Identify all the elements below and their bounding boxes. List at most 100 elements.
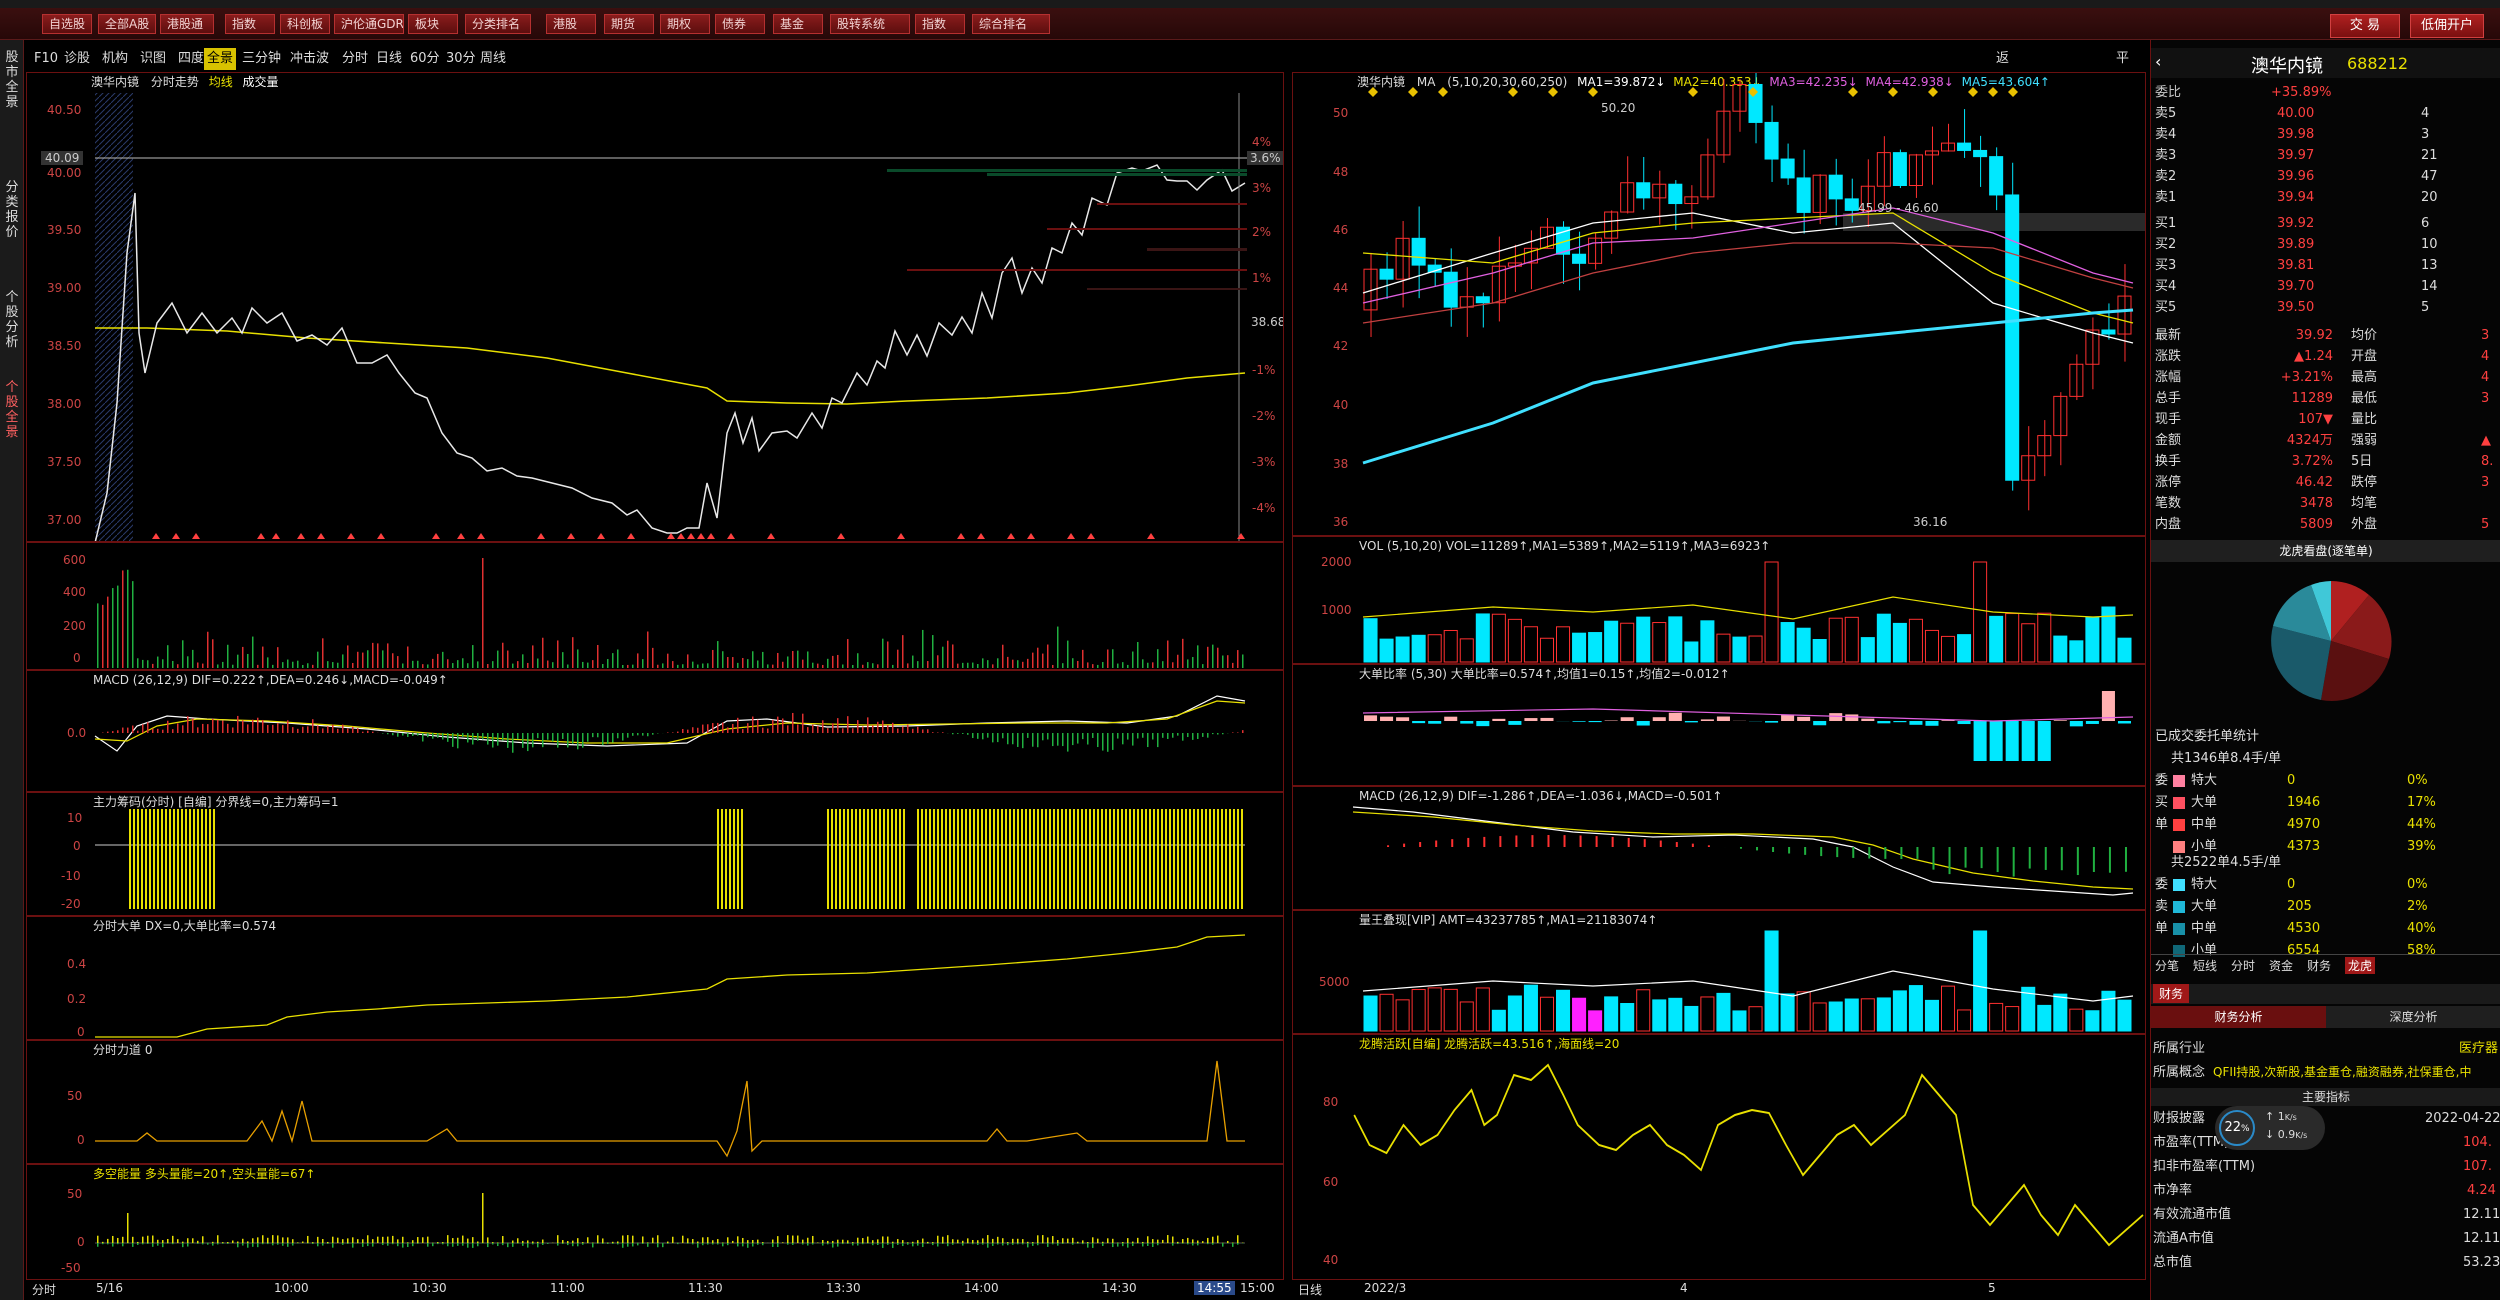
quote-tab[interactable]: 短线 [2193, 957, 2217, 974]
big-order-panel[interactable]: 分时大单 DX=0,大单比率=0.574 0.4 0.2 0 [26, 916, 1284, 1040]
menu-item-0[interactable]: 自选股 [42, 14, 92, 34]
tb-return-analysis[interactable]: 返回个股分析 [1996, 48, 2009, 176]
menu-item-15[interactable]: 综合排名 [972, 14, 1050, 34]
vol-tick-1: 400 [63, 585, 86, 599]
tb-diagnose[interactable]: 诊股 [64, 48, 90, 70]
quote-tab[interactable]: 财务 [2307, 957, 2331, 974]
energy-panel[interactable]: 多空能量 多头量能=20↑,空头量能=67↑ 50 0 -50 [26, 1164, 1284, 1280]
kline-volume-panel[interactable]: VOL (5,10,20) VOL=11289↑,MA1=5389↑,MA2=5… [1292, 536, 2146, 664]
kdate-0[interactable]: 日线 [1298, 1281, 1322, 1298]
vol-bar [717, 641, 719, 668]
tb-intraday[interactable]: 分时 [342, 48, 368, 70]
menu-item-9[interactable]: 期货 [604, 14, 654, 34]
side-label: 卖 [2155, 899, 2169, 914]
open-account-button[interactable]: 低佣开户 [2410, 14, 2484, 38]
vtab-stock-analysis[interactable]: 个股分析 [2, 290, 22, 350]
tb-daily[interactable]: 日线 [376, 48, 402, 70]
vol-bar [207, 631, 209, 668]
menu-item-14[interactable]: 指数 [915, 14, 965, 34]
menu-item-12[interactable]: 基金 [773, 14, 823, 34]
deal-type: 大单 [2191, 795, 2218, 810]
quote-tab[interactable]: 分时 [2231, 957, 2255, 974]
menu-item-13[interactable]: 股转系统 [830, 14, 910, 34]
dragon-pie-svg [2271, 581, 2392, 701]
energy-bar-neg [387, 1243, 389, 1246]
intraday-price-panel[interactable]: 澳华内镜 分时走势 均线 成交量 40.50 40.09 40.00 39.50… [26, 72, 1284, 542]
kline-price-panel[interactable]: 澳华内镜 MA (5,10,20,30,60,250) MA1=39.872↓ … [1292, 72, 2146, 536]
menu-item-4[interactable]: 科创板 [280, 14, 330, 34]
fin-subtab-deep[interactable]: 深度分析 [2326, 1006, 2500, 1028]
ask-row[interactable]: 卖5 40.00 4 [2151, 103, 2500, 124]
tb-60min[interactable]: 60分 [410, 48, 440, 70]
dragon-active-panel[interactable]: 龙腾活跃[自编] 龙腾活跃=43.516↑,海面线=20 80 60 40 [1292, 1034, 2146, 1280]
tb-weekly[interactable]: 周线 [480, 48, 506, 70]
vol-bar [287, 659, 289, 668]
vol-bar [397, 656, 399, 668]
tb-three-minute[interactable]: 三分钟 [242, 48, 281, 70]
vtab-stock-panorama[interactable]: 个股全景 [2, 380, 22, 440]
tb-pattern[interactable]: 识图 [140, 48, 166, 70]
intraday-macd-panel[interactable]: MACD (26,12,9) DIF=0.222↑,DEA=0.246↓,MAC… [26, 670, 1284, 792]
lw-bar [1700, 996, 1715, 1032]
volume-king-panel[interactable]: 量王叠现[VIP] AMT=43237785↑,MA1=21183074↑ 50… [1292, 910, 2146, 1034]
menu-item-8[interactable]: 港股 [546, 14, 596, 34]
trade-button[interactable]: 交 易 [2330, 14, 2400, 38]
ddb-bar [1877, 721, 1891, 724]
tb-f10[interactable]: F10 [34, 48, 58, 70]
bid-row[interactable]: 买2 39.89 10 [2151, 234, 2500, 255]
kvol-bar [1957, 634, 1972, 663]
bid-row[interactable]: 买3 39.81 13 [2151, 255, 2500, 276]
intraday-volume-panel[interactable]: 600 400 200 0 [26, 542, 1284, 670]
tb-institution[interactable]: 机构 [102, 48, 128, 70]
quote-tab[interactable]: 龙虎 [2345, 957, 2376, 974]
ask-row[interactable]: 卖2 39.96 47 [2151, 166, 2500, 187]
menu-item-2[interactable]: 港股通 [160, 14, 214, 34]
quote-tab[interactable]: 分笔 [2155, 957, 2179, 974]
main-chip-panel[interactable]: 主力筹码(分时) [自编] 分界线=0,主力筹码=1 10 0 -10 -20 [26, 792, 1284, 916]
tb-panorama[interactable]: 全景 [204, 48, 237, 70]
time-label-0[interactable]: 分时 [32, 1281, 56, 1298]
menu-item-1[interactable]: 全部A股 [98, 14, 156, 34]
vtab-category-quotes[interactable]: 分类报价 [2, 180, 22, 240]
candle-body [2117, 295, 2132, 335]
energy-bar [857, 1237, 859, 1243]
force-panel[interactable]: 分时力道 0 50 0 [26, 1040, 1284, 1164]
menu-item-10[interactable]: 期权 [660, 14, 710, 34]
bid-row[interactable]: 买4 39.70 14 [2151, 276, 2500, 297]
fin-tab[interactable]: 财务 [2153, 984, 2190, 1003]
tb-shockwave[interactable]: 冲击波 [290, 48, 329, 70]
kvol-bar [2117, 637, 2132, 663]
network-speed-widget[interactable]: 22% ↑ 1K/s ↓ 0.9K/s [2215, 1106, 2325, 1150]
tb-pan[interactable]: 平移 [2116, 48, 2129, 88]
vtab-market-overview[interactable]: 股市全景 [2, 50, 22, 110]
menu-item-11[interactable]: 债券 [715, 14, 765, 34]
quote-tab[interactable]: 资金 [2269, 957, 2293, 974]
ddb-bar [1845, 714, 1859, 721]
ask-row[interactable]: 卖1 39.94 20 [2151, 187, 2500, 208]
ask-row[interactable]: 卖4 39.98 3 [2151, 124, 2500, 145]
energy-bar [787, 1235, 789, 1243]
kvol-bar [1491, 613, 1506, 663]
kline-macd-panel[interactable]: MACD (26,12,9) DIF=-1.286↑,DEA=-1.036↓,M… [1292, 786, 2146, 910]
macd-bar [632, 733, 634, 736]
bid-row[interactable]: 买1 39.92 6 [2151, 213, 2500, 234]
energy-bar-neg [892, 1243, 894, 1248]
menu-item-3[interactable]: 指数 [225, 14, 275, 34]
menu-item-5[interactable]: 沪伦通GDR [334, 14, 404, 34]
fin-subtab-analysis[interactable]: 财务分析 [2151, 1006, 2326, 1028]
ask-row[interactable]: 卖3 39.97 21 [2151, 145, 2500, 166]
bid-row[interactable]: 买5 39.50 5 [2151, 297, 2500, 318]
tb-30min[interactable]: 30分 [446, 48, 476, 70]
macd-bar [1097, 733, 1099, 748]
vol-bar [962, 662, 964, 668]
event-triangle [1087, 533, 1095, 539]
menu-item-6[interactable]: 板块 [408, 14, 458, 34]
menu-item-7[interactable]: 分类排名 [465, 14, 531, 34]
kline-bigorder-panel[interactable]: 大单比率 (5,30) 大单比率=0.574↑,均值1=0.15↑,均值2=-0… [1292, 664, 2146, 786]
tb-four-degree[interactable]: 四度 [178, 48, 204, 70]
vol-bar [432, 658, 434, 668]
back-chevron-icon[interactable]: ‹ [2155, 52, 2161, 71]
chip-bar [725, 809, 727, 909]
energy-bar [457, 1237, 459, 1243]
energy-bar-neg [607, 1243, 609, 1245]
